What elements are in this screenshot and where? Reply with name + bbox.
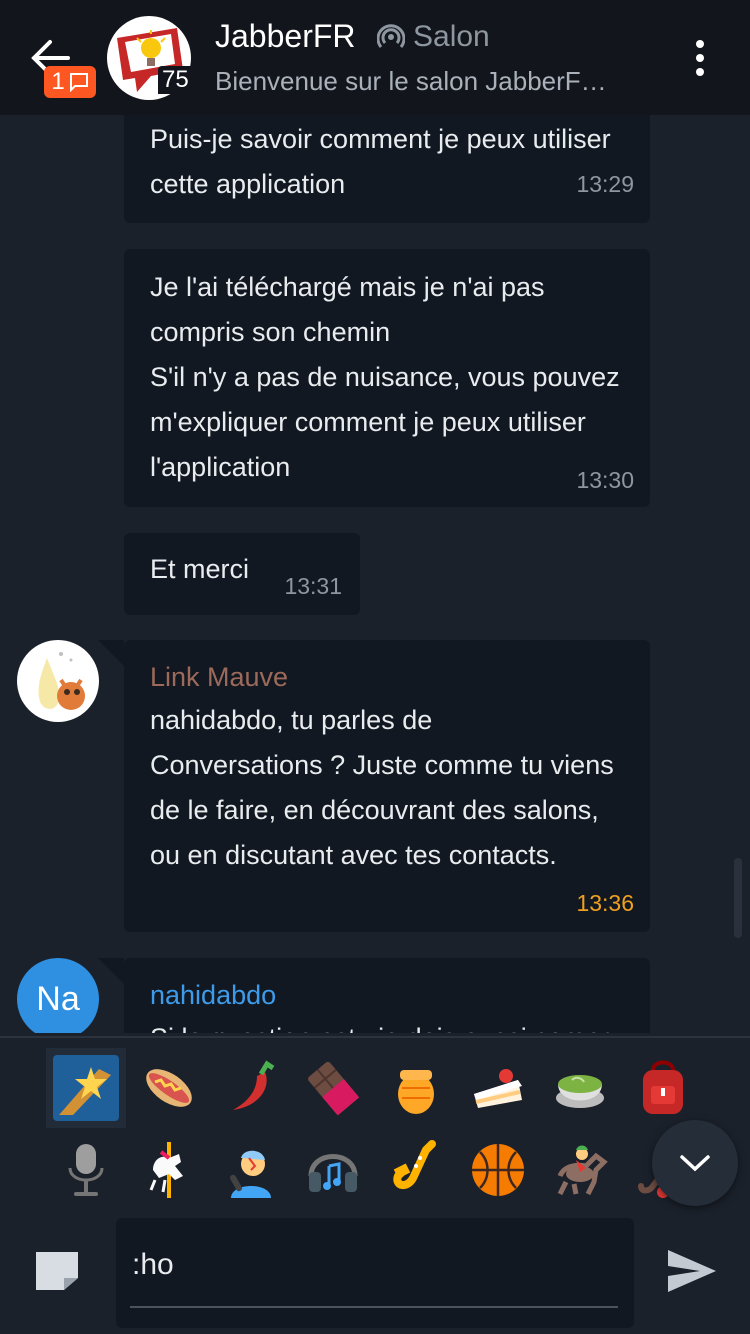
chat-bubble-icon [69, 73, 88, 92]
message-text: Je l'ai téléchargé mais je n'ai pas compr… [150, 272, 620, 482]
message-time: 13:29 [576, 171, 634, 197]
room-type: Salon [377, 20, 490, 54]
message-bubble[interactable]: Et merci 13:31 [124, 533, 360, 615]
nahidabdo-avatar[interactable]: Na [17, 958, 99, 1033]
message-time: 13:31 [284, 573, 342, 599]
broadcast-icon [377, 24, 405, 48]
message-text: Puis-je savoir comment je peux utiliser c… [150, 124, 611, 199]
message-text: nahidabdo, tu parles de Conversations ? J… [150, 705, 614, 870]
singer-icon[interactable] [211, 1130, 291, 1210]
horse-racing-icon[interactable] [540, 1130, 620, 1210]
basketball-icon[interactable] [458, 1130, 538, 1210]
message-text: Et merci [150, 554, 250, 584]
message-bubble[interactable]: Puis-je savoir comment je peux utiliser c… [124, 115, 650, 223]
participant-count: 75 [158, 66, 193, 94]
shooting-star-icon[interactable] [46, 1048, 126, 1128]
carousel-horse-icon[interactable] [129, 1130, 209, 1210]
unread-badge[interactable]: 1 [44, 66, 96, 98]
shortcake-icon[interactable] [458, 1048, 538, 1128]
room-name[interactable]: JabberFR [215, 18, 356, 55]
room-type-label: Salon [413, 20, 490, 53]
more-options-icon[interactable] [686, 40, 714, 76]
hot-dog-icon[interactable] [129, 1048, 209, 1128]
link-mauve-avatar[interactable] [17, 640, 99, 722]
room-subject: Bienvenue sur le salon JabberF… [215, 66, 607, 96]
backpack-icon[interactable] [623, 1048, 703, 1128]
message-bubble[interactable]: nahidabdo Si la question est : je dois a… [98, 958, 650, 1033]
message-input[interactable]: :ho [116, 1218, 634, 1328]
studio-microphone-icon[interactable] [46, 1130, 126, 1210]
message-list[interactable]: Puis-je savoir comment je peux utiliser c… [0, 115, 750, 1033]
headphone-icon[interactable] [293, 1130, 373, 1210]
chocolate-bar-icon[interactable] [293, 1048, 373, 1128]
input-underline [130, 1306, 618, 1308]
message-time: 13:30 [576, 467, 634, 493]
message-bubble[interactable]: Je l'ai téléchargé mais je n'ai pas compr… [124, 249, 650, 507]
message-text: Si la question est : je dois aussi compr [150, 1016, 609, 1033]
scrollbar[interactable] [734, 858, 742, 938]
collapse-chevron-icon[interactable] [652, 1120, 738, 1206]
teacup-icon[interactable] [540, 1048, 620, 1128]
hot-pepper-icon[interactable] [211, 1048, 291, 1128]
message-time: 13:36 [576, 890, 634, 916]
sender-name[interactable]: Link Mauve [150, 662, 288, 693]
toolbar: 1 75 JabberFR Salon Bienvenue sur le sal… [0, 0, 750, 115]
saxophone-icon[interactable] [376, 1130, 456, 1210]
unread-count: 1 [51, 68, 65, 95]
honey-pot-icon[interactable] [376, 1048, 456, 1128]
send-icon[interactable] [664, 1246, 720, 1296]
sender-name[interactable]: nahidabdo [150, 980, 276, 1011]
attachment-icon[interactable] [32, 1248, 82, 1292]
message-input-text[interactable]: :ho [132, 1248, 174, 1282]
message-bubble[interactable]: Link Mauve nahidabdo, tu parles de Conver… [98, 640, 650, 932]
